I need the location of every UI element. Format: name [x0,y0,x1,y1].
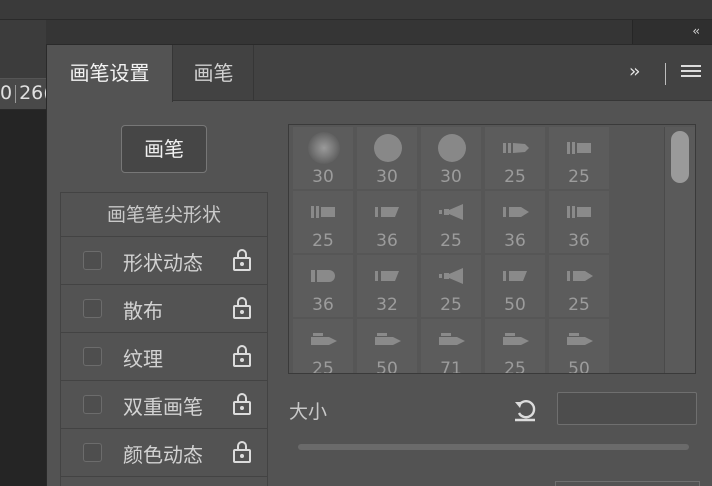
setting-row[interactable]: 双重画笔 [61,381,267,429]
setting-row[interactable]: 颜色动态 [61,429,267,477]
setting-checkbox[interactable] [83,395,102,414]
ruler-number: 0 [0,82,13,104]
setting-checkbox[interactable] [83,347,102,366]
brush-tip-shape-header[interactable]: 画笔笔尖形状 [61,193,267,237]
setting-row[interactable]: 散布 [61,285,267,333]
brush-preset[interactable]: 32 [357,255,417,317]
panel-dock-header [632,20,712,44]
size-input[interactable] [557,392,697,425]
brush-preset[interactable]: 71 [421,319,481,374]
size-slider[interactable] [298,444,689,450]
brush-preset[interactable]: 25 [549,127,609,189]
top-strip [0,0,712,20]
brush-preset[interactable]: 30 [357,127,417,189]
lock-icon[interactable] [233,441,251,463]
brush-settings-list: 画笔笔尖形状 形状动态散布纹理双重画笔颜色动态 [60,192,268,486]
brush-size-label: 25 [312,359,334,374]
brush-preset[interactable]: 25 [293,319,353,374]
brush-preset[interactable]: 25 [421,255,481,317]
brush-preset[interactable]: 25 [485,127,545,189]
brush-size-label: 36 [568,231,590,251]
brush-size-label: 25 [568,295,590,315]
brush-preset[interactable]: 30 [421,127,481,189]
brush-preset[interactable]: 36 [357,191,417,253]
setting-row[interactable]: 形状动态 [61,237,267,285]
hard-round-brush-icon [374,134,402,162]
expand-panel-icon[interactable]: ›› [629,61,641,82]
panel-tab-bar: 画笔设置 画笔 ›› [47,45,712,102]
brush-size-label: 25 [504,167,526,187]
lock-icon[interactable] [233,249,251,271]
brush-preset[interactable]: 25 [421,191,481,253]
next-control[interactable] [555,481,700,486]
setting-label: 颜色动态 [123,443,203,467]
tab-brush-settings[interactable]: 画笔设置 [47,45,173,102]
setting-label: 双重画笔 [123,395,203,419]
divider [665,63,666,85]
brush-size-label: 50 [376,359,398,374]
brush-size-label: 30 [440,167,462,187]
setting-checkbox[interactable] [83,251,102,270]
size-label: 大小 [289,401,328,423]
brush-size-label: 36 [504,231,526,251]
setting-label: 纹理 [123,347,163,371]
brush-preset[interactable]: 50 [549,319,609,374]
panel-controls: ›› [623,45,712,101]
brush-preset-grid: 30 30 30 25 25 25 36 25 36 36 36 32 25 50 25 25 50 71 25 50 [288,124,696,374]
setting-label: 散布 [123,299,163,323]
soft-round-brush-icon [308,132,340,164]
lock-icon[interactable] [233,393,251,415]
brush-size-label: 50 [504,295,526,315]
panel-menu-icon[interactable] [681,65,701,81]
setting-label: 形状动态 [123,251,203,275]
setting-checkbox[interactable] [83,443,102,462]
brush-preset[interactable]: 25 [485,319,545,374]
brush-size-label: 30 [312,167,334,187]
scrollbar-thumb[interactable] [671,131,689,183]
brush-size-label: 36 [312,295,334,315]
brush-size-label: 25 [568,167,590,187]
brush-settings-panel: 画笔设置 画笔 ›› 画笔 画笔笔尖形状 形状动态散布纹理双重画笔颜色动态 30… [46,44,712,486]
brush-size-label: 71 [440,359,462,374]
lock-icon[interactable] [233,297,251,319]
ruler-tick [15,84,17,103]
ruler-number: 26( [19,82,46,104]
preset-scrollbar[interactable] [664,127,695,373]
brush-preset[interactable]: 25 [549,255,609,317]
setting-row[interactable]: 纹理 [61,333,267,381]
brush-preset[interactable]: 25 [293,191,353,253]
brush-preset[interactable]: 36 [485,191,545,253]
tab-brushes[interactable]: 画笔 [174,45,254,101]
brush-size-label: 50 [568,359,590,374]
hard-round-brush-icon [438,134,466,162]
setting-checkbox[interactable] [83,299,102,318]
brushes-button[interactable]: 画笔 [121,125,207,173]
brush-preset[interactable]: 36 [549,191,609,253]
lock-icon[interactable] [233,345,251,367]
brush-preset[interactable]: 30 [293,127,353,189]
brush-size-label: 36 [376,231,398,251]
brush-preset[interactable]: 50 [357,319,417,374]
brush-preset[interactable]: 36 [293,255,353,317]
canvas[interactable] [0,110,46,486]
collapse-panels-icon[interactable]: ‹‹ [692,24,699,38]
photoshop-workspace: ‹‹ 0 26( 画笔设置 画笔 ›› 画笔 画笔笔尖形状 形状动态散布纹理双重画… [0,0,712,486]
brush-size-label: 25 [440,231,462,251]
ruler-numbers: 0 26( [0,82,46,104]
brush-size-label: 32 [376,295,398,315]
brush-preset[interactable]: 50 [485,255,545,317]
brush-size-label: 25 [504,359,526,374]
brush-size-label: 25 [440,295,462,315]
brush-size-label: 30 [376,167,398,187]
brush-size-label: 25 [312,231,334,251]
reset-size-icon[interactable] [511,395,539,423]
